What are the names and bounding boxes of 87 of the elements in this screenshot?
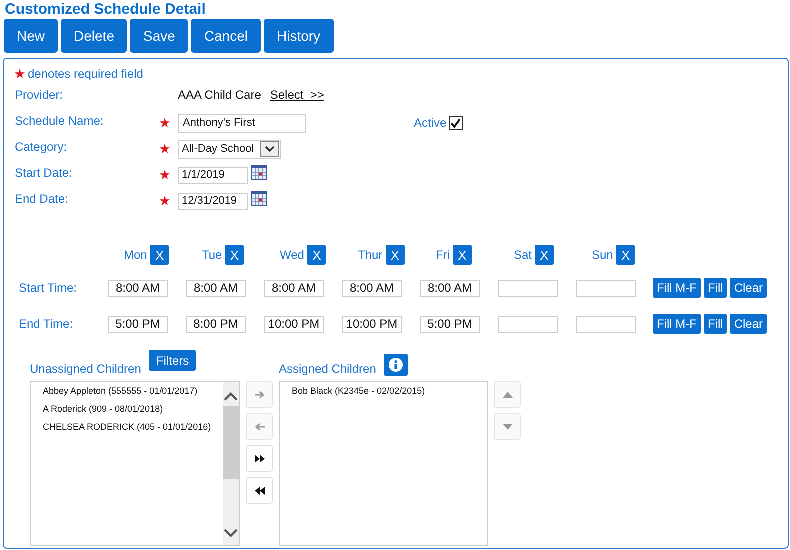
field-label: Start Date: (15, 166, 74, 180)
info-icon (389, 358, 404, 372)
chevron-down-icon (224, 529, 238, 538)
day-label: Sun (592, 248, 614, 262)
clear-day-button[interactable]: X (453, 245, 472, 265)
triangle-down-icon (502, 422, 514, 432)
chevron-up-icon (224, 392, 238, 401)
calendar-icon[interactable] (251, 190, 267, 206)
time-field[interactable]: 10:00 PM (264, 316, 324, 332)
required-star-icon (160, 118, 170, 128)
time-field[interactable]: 10:00 PM (342, 316, 402, 332)
list-item[interactable]: A Roderick (909 - 08/01/2018) (43, 403, 223, 421)
double-arrow-right-icon (254, 454, 266, 464)
date-field[interactable]: 1/1/2019 (178, 166, 248, 184)
active-label: Active (414, 116, 447, 130)
schedule-name-field[interactable]: Anthony's First (178, 114, 306, 132)
date-field[interactable]: 12/31/2019 (178, 192, 248, 210)
required-star-icon (160, 196, 170, 206)
time-field[interactable] (576, 316, 636, 332)
list-label: Assigned Children (279, 362, 376, 376)
fill-button[interactable]: Clear (730, 278, 767, 298)
fill-button[interactable]: Fill (704, 314, 728, 334)
toolbar-button[interactable]: New (4, 19, 58, 53)
required-star-icon (15, 69, 25, 79)
category-dropdown[interactable]: All-Day School (178, 140, 282, 158)
clear-day-button[interactable]: X (150, 245, 170, 265)
field-label: End Date: (15, 192, 70, 206)
time-field[interactable] (498, 316, 558, 332)
time-field[interactable]: 8:00 AM (108, 280, 168, 296)
toolbar-button[interactable]: History (264, 19, 334, 53)
day-label: Wed (280, 248, 304, 262)
clear-day-button[interactable]: X (386, 245, 405, 265)
time-field[interactable]: 5:00 PM (108, 316, 168, 332)
row-label: End Time: (18, 317, 74, 331)
required-star-icon (160, 144, 170, 154)
field-label: Schedule Name: (15, 114, 105, 128)
provider-name: AAA Child Care (178, 88, 262, 102)
fill-button[interactable]: Fill (704, 278, 728, 298)
time-field[interactable]: 8:00 PM (186, 316, 246, 332)
field-label: Category: (15, 140, 68, 154)
toolbar-button[interactable]: Cancel (191, 19, 261, 53)
time-field[interactable]: 8:00 AM (420, 280, 480, 296)
clear-day-button[interactable]: X (225, 245, 244, 265)
filters-button[interactable]: Filters (149, 350, 196, 371)
day-label: Fri (436, 248, 450, 262)
move-button[interactable] (246, 445, 273, 472)
day-label: Sat (514, 248, 532, 262)
fill-button[interactable]: Fill M-F (653, 314, 701, 334)
day-label: Tue (202, 248, 222, 262)
time-field[interactable] (498, 280, 558, 296)
time-field[interactable]: 8:00 AM (186, 280, 246, 296)
day-label: Thur (358, 248, 383, 262)
arrow-left-icon (254, 422, 266, 432)
scroll-thumb[interactable] (223, 406, 239, 479)
fill-button[interactable]: Clear (730, 314, 767, 334)
assigned-list[interactable]: Bob Black (K2345e - 02/02/2015) (279, 381, 488, 546)
select-link[interactable]: Select >> (270, 88, 324, 102)
double-arrow-left-icon (254, 486, 266, 496)
scrollbar[interactable] (223, 382, 239, 545)
list-item[interactable]: CHELSEA RODERICK (405 - 01/01/2016) (43, 421, 223, 439)
page-title: Customized Schedule Detail (4, 0, 207, 19)
time-field[interactable] (576, 280, 636, 296)
fill-button[interactable]: Fill M-F (653, 278, 701, 298)
active-checkbox[interactable] (448, 116, 463, 130)
chevron-down-icon (264, 146, 275, 152)
list-item[interactable]: Abbey Appleton (555555 - 01/01/2017) (43, 385, 223, 403)
info-button[interactable] (384, 354, 408, 376)
field-label: Provider: (15, 88, 64, 102)
list-item[interactable]: Bob Black (K2345e - 02/02/2015) (292, 385, 487, 403)
clear-day-button[interactable]: X (307, 245, 326, 265)
clear-day-button[interactable]: X (535, 245, 554, 265)
required-star-icon (160, 170, 170, 180)
required-note: denotes required field (28, 67, 144, 81)
list-label: Unassigned Children (30, 362, 142, 376)
triangle-up-icon (502, 390, 514, 400)
calendar-icon[interactable] (251, 164, 267, 180)
arrow-right-icon (254, 390, 266, 400)
time-field[interactable]: 8:00 AM (342, 280, 402, 296)
move-button[interactable] (246, 477, 273, 504)
time-field[interactable]: 8:00 AM (264, 280, 324, 296)
toolbar-button[interactable]: Delete (61, 19, 128, 53)
time-field[interactable]: 5:00 PM (420, 316, 480, 332)
day-label: Mon (124, 248, 148, 262)
clear-day-button[interactable]: X (616, 245, 636, 265)
unassigned-list[interactable]: Abbey Appleton (555555 - 01/01/2017) A Roderick (909 - 08/01/2018) CHELSEA RODERICK (405 - 01/01/2016) (30, 381, 240, 546)
row-label: Start Time: (18, 281, 78, 295)
toolbar-button[interactable]: Save (130, 19, 188, 53)
